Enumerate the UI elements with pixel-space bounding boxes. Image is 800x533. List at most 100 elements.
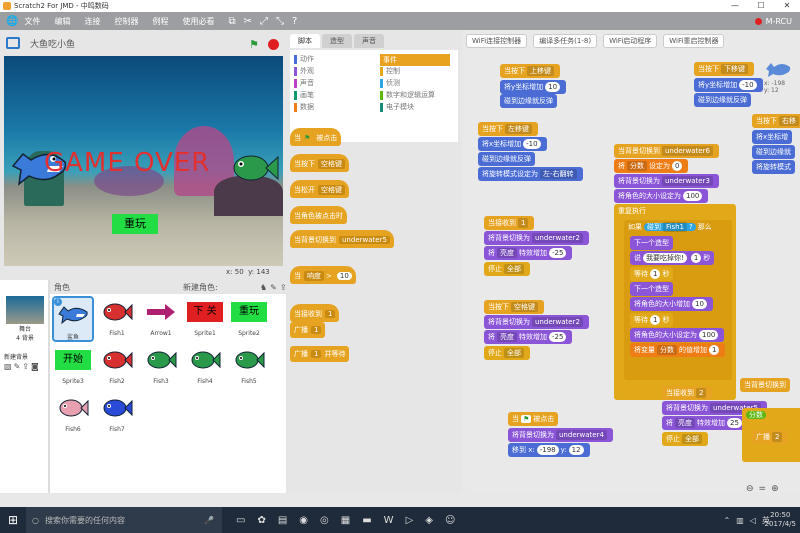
zoom-in-icon[interactable]: ⊕ <box>771 484 779 494</box>
script-block[interactable]: 将角色的大小增加 10 <box>630 297 713 311</box>
category-pen[interactable]: 画笔 <box>294 90 314 100</box>
compile-multitask-button[interactable]: 编译多任务(1-8) <box>533 34 598 48</box>
script-block[interactable]: 当背景切换到 underwater6 <box>614 144 719 158</box>
script-block[interactable]: 将y坐标增加 10 <box>500 80 567 94</box>
menu-connect[interactable]: 连接 <box>84 16 100 27</box>
camera-icon[interactable]: ◙ <box>31 362 39 371</box>
category-data[interactable]: 数据 <box>294 102 314 112</box>
app-icon[interactable]: ▷ <box>406 515 414 526</box>
script-block[interactable]: 碰到边缘就反弹 <box>694 93 751 107</box>
sprite-thumbnail[interactable]: Fish3 <box>140 344 182 390</box>
script-block[interactable]: 将背景切换为 underwater2 <box>484 315 589 329</box>
tab-sounds[interactable]: 声音 <box>354 34 384 48</box>
category-looks[interactable]: 外观 <box>294 66 314 76</box>
script-block[interactable]: 停止 全部 <box>484 262 530 276</box>
sprite-thumbnail[interactable]: Fish7 <box>96 392 138 438</box>
script-block[interactable]: 说我要吃掉你! 1 秒 <box>630 251 715 265</box>
script-block[interactable]: 将x坐标增加 -10 <box>478 137 547 151</box>
word-icon[interactable]: W <box>384 515 394 526</box>
script-block[interactable]: 当按下 上移键 <box>500 64 560 78</box>
network-icon[interactable]: ▥ <box>736 516 744 525</box>
category-operators[interactable]: 数字和逻辑运算 <box>380 90 435 100</box>
maximize-button[interactable]: ☐ <box>748 0 774 12</box>
sprite-thumbnail[interactable]: 开始 Sprite3 <box>52 344 94 390</box>
upload-icon[interactable]: ⇪ <box>22 362 29 371</box>
script-block[interactable]: 等待 1 秒 <box>630 267 674 281</box>
script-block[interactable]: 将角色的大小设定为 100 <box>630 328 725 342</box>
script-block[interactable]: 当按下 右移 <box>752 114 800 128</box>
scratch-icon[interactable]: ☺ <box>445 515 455 526</box>
sprite-thumbnail[interactable]: 重玩 Sprite2 <box>228 296 270 342</box>
grow-icon[interactable]: ⤢ <box>260 16 268 27</box>
sprite-thumbnail[interactable]: Fish6 <box>52 392 94 438</box>
category-electronics[interactable]: 电子模块 <box>380 102 414 112</box>
script-block[interactable]: 将背景切换为 underwater2 <box>484 231 589 245</box>
script-block[interactable]: 碰到边缘就反弹 <box>500 94 557 108</box>
palette-block[interactable]: 当按下 空格键 <box>290 154 349 172</box>
palette-block[interactable]: 当接收到 1 <box>290 304 340 322</box>
globe-icon[interactable]: 🌐 <box>6 16 18 27</box>
replay-button[interactable]: 重玩 <box>112 214 158 234</box>
wifi-connect-button[interactable]: WiFi连接控制器 <box>466 34 528 48</box>
windows-start-icon[interactable]: ⊞ <box>0 513 26 527</box>
wifi-start-button[interactable]: WiFi启动程序 <box>603 34 658 48</box>
menu-controller[interactable]: 控制器 <box>114 16 138 27</box>
app-icon[interactable]: ✿ <box>257 515 265 526</box>
tab-costumes[interactable]: 造型 <box>322 34 352 48</box>
menu-edit[interactable]: 编辑 <box>54 16 70 27</box>
stage-thumbnail[interactable]: 舞台 4 背景 <box>4 296 46 342</box>
script-block[interactable]: 当按下 空格键 <box>484 300 544 314</box>
category-sensing[interactable]: 侦测 <box>380 78 400 88</box>
tab-scripts[interactable]: 脚本 <box>290 34 320 48</box>
category-motion[interactable]: 动作 <box>294 54 314 64</box>
stage-canvas[interactable]: GAME OVER 重玩 <box>4 56 283 266</box>
menu-examples[interactable]: 例程 <box>152 16 168 27</box>
taskbar-search[interactable]: ○ 搜索你需要的任何内容 🎤 <box>26 507 222 533</box>
script-block[interactable]: 将旋转模式设定为 左-右翻转 <box>478 167 583 181</box>
sprite-library-icon[interactable]: ♞ <box>260 283 267 292</box>
image-icon[interactable]: ▧ <box>4 362 12 371</box>
script-block[interactable]: 当按下 下移键 <box>694 62 754 76</box>
sprite-thumbnail[interactable]: 鲨鱼 i <box>52 296 94 342</box>
minimize-button[interactable]: — <box>722 0 748 12</box>
project-title[interactable]: 大鱼吃小鱼 <box>30 37 75 50</box>
sprite-thumbnail[interactable]: Fish5 <box>228 344 270 390</box>
notification-icon[interactable]: ⌃ <box>724 516 731 525</box>
category-control[interactable]: 控制 <box>380 66 400 76</box>
device-status[interactable]: M-RCU <box>754 17 792 26</box>
delete-icon[interactable]: ✂ <box>244 16 252 27</box>
script-block[interactable]: 移到 x: -198 y: 12 <box>508 443 590 457</box>
palette-block[interactable]: 广播 1 并等待 <box>290 346 350 362</box>
sprite-thumbnail[interactable]: Arrow1 <box>140 296 182 342</box>
task-view-icon[interactable]: ▭ <box>236 515 245 526</box>
microphone-icon[interactable]: 🎤 <box>204 516 214 525</box>
volume-icon[interactable]: ◁ <box>750 516 756 525</box>
app-icon[interactable]: ▦ <box>341 515 350 526</box>
script-block[interactable]: 将亮度 特效增加 -25 <box>484 330 573 344</box>
palette-block[interactable]: 当松开 空格键 <box>290 180 349 198</box>
script-block[interactable]: 广播 2 <box>752 430 789 444</box>
shrink-icon[interactable]: ⤡ <box>276 16 284 27</box>
category-events[interactable]: 事件 <box>380 54 450 66</box>
close-button[interactable]: ✕ <box>774 0 800 12</box>
sprite-thumbnail[interactable]: Fish1 <box>96 296 138 342</box>
wifi-restart-button[interactable]: WiFi重启控制器 <box>663 34 725 48</box>
script-block[interactable]: 将y坐标增加 -10 <box>694 78 763 92</box>
palette-block[interactable]: 当响度 >10 <box>290 266 356 284</box>
green-flag-icon[interactable]: ⚑ <box>249 38 259 51</box>
zoom-out-icon[interactable]: ⊖ <box>746 484 754 494</box>
browser-icon[interactable]: ◉ <box>299 515 308 526</box>
sprite-thumbnail[interactable]: Fish4 <box>184 344 226 390</box>
script-block[interactable]: 将背景切换为 underwater4 <box>508 428 613 442</box>
script-block[interactable]: 等待 1 秒 <box>630 313 674 327</box>
palette-block[interactable]: 当 ⚑ 被点击 <box>290 128 342 146</box>
store-icon[interactable]: ▤ <box>278 515 287 526</box>
script-block[interactable]: 将背景切换为 underwater3 <box>614 174 719 188</box>
paint-icon[interactable]: ✎ <box>14 362 21 371</box>
script-block[interactable]: 碰到边缘就 <box>752 145 795 159</box>
sprite-thumbnail[interactable]: Fish2 <box>96 344 138 390</box>
script-block[interactable]: 将分数 设定为 0 <box>614 159 689 173</box>
script-block[interactable]: 当接收到 1 <box>484 216 535 230</box>
script-block[interactable]: 当按下 左移键 <box>478 122 538 136</box>
fullscreen-icon[interactable] <box>6 37 20 49</box>
